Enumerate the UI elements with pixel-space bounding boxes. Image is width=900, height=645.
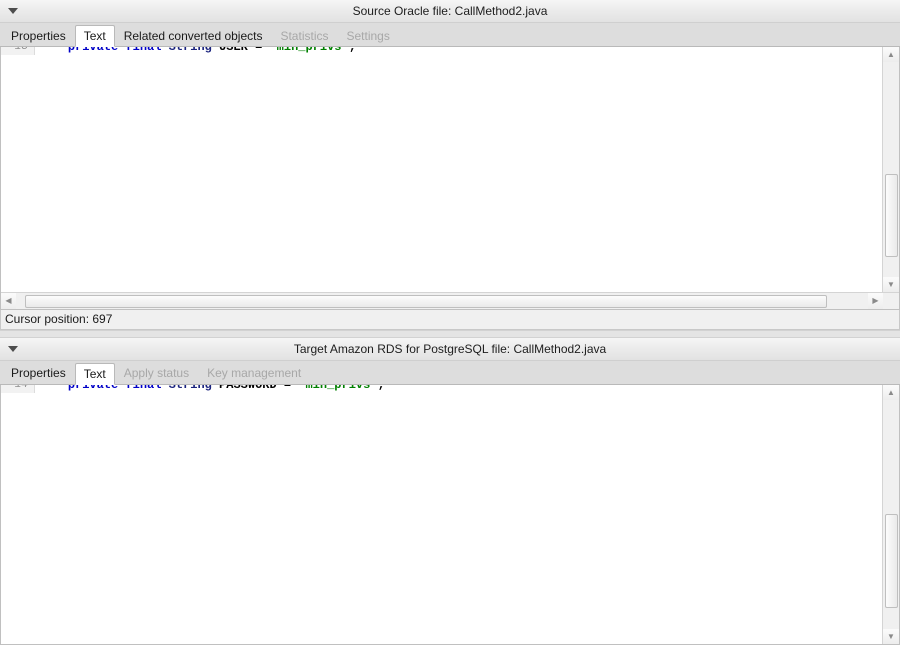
- caret-up-icon[interactable]: ▲: [883, 385, 899, 400]
- source-hscroll-thumb[interactable]: [25, 295, 828, 308]
- line-number: 14: [1, 385, 28, 393]
- tab-label: Apply status: [124, 366, 189, 380]
- tab-label: Text: [84, 29, 106, 43]
- target-editor: 14151617181920212223242526272829 private…: [0, 385, 900, 645]
- source-tab-related-converted-objects[interactable]: Related converted objects: [115, 25, 272, 46]
- source-panel-title: Source Oracle file: CallMethod2.java: [0, 4, 900, 18]
- code-line[interactable]: private final String USER = "min_privs";: [39, 47, 882, 55]
- source-tabstrip: Properties Text Related converted objects S…: [0, 23, 900, 47]
- string-literal: "min_privs": [269, 47, 348, 54]
- code-token: [39, 385, 68, 392]
- tab-label: Properties: [11, 29, 66, 43]
- code-token: PASSWORD =: [212, 385, 298, 392]
- code-token: USER =: [212, 47, 270, 54]
- keyword-token: private final: [68, 385, 162, 392]
- target-tab-properties[interactable]: Properties: [2, 363, 75, 384]
- source-panel-titlebar: Source Oracle file: CallMethod2.java: [0, 0, 900, 23]
- type-token: String: [169, 385, 212, 392]
- code-token: [39, 47, 68, 54]
- source-code-text[interactable]: private final String USER = "min_privs";…: [35, 47, 882, 55]
- source-tab-settings: Settings: [337, 25, 398, 46]
- line-number: 13: [1, 47, 28, 55]
- target-code-area[interactable]: 14151617181920212223242526272829 private…: [1, 385, 882, 393]
- diff-viewer-window: Source Oracle file: CallMethod2.java Pro…: [0, 0, 900, 645]
- target-panel-title: Target Amazon RDS for PostgreSQL file: C…: [0, 342, 900, 356]
- source-hscroll-track[interactable]: [16, 293, 868, 309]
- source-panel: Source Oracle file: CallMethod2.java Pro…: [0, 0, 900, 330]
- source-vscroll-thumb[interactable]: [885, 174, 898, 258]
- target-tabstrip: Properties Text Apply status Key management: [0, 361, 900, 385]
- keyword-token: private final: [68, 47, 162, 54]
- source-vertical-scrollbar[interactable]: ▲ ▼: [882, 47, 899, 292]
- caret-down-icon[interactable]: ▼: [883, 277, 899, 292]
- code-token: [161, 47, 168, 54]
- source-horizontal-scrollbar[interactable]: ◀ ▶: [1, 292, 899, 309]
- code-token: ;: [349, 47, 356, 54]
- target-tab-text[interactable]: Text: [75, 363, 115, 385]
- source-tab-text[interactable]: Text: [75, 25, 115, 47]
- source-tab-properties[interactable]: Properties: [2, 25, 75, 46]
- source-status-bar: Cursor position: 697: [0, 310, 900, 330]
- target-tab-key-management: Key management: [198, 363, 310, 384]
- code-line[interactable]: private final String PASSWORD = "min_pri…: [39, 385, 882, 393]
- string-literal: "min_privs": [298, 385, 377, 392]
- triangle-down-icon[interactable]: [8, 346, 18, 352]
- caret-up-icon[interactable]: ▲: [883, 47, 899, 62]
- tab-label: Statistics: [280, 29, 328, 43]
- target-line-numbers: 14151617181920212223242526272829: [1, 385, 35, 393]
- tab-label: Properties: [11, 366, 66, 380]
- source-line-numbers: 13141516171819202122232425262728: [1, 47, 35, 55]
- target-panel: Target Amazon RDS for PostgreSQL file: C…: [0, 338, 900, 645]
- source-code-area[interactable]: 13141516171819202122232425262728 private…: [1, 47, 882, 55]
- scroll-corner: [883, 293, 899, 309]
- panel-splitter[interactable]: [0, 330, 900, 338]
- target-tab-apply-status: Apply status: [115, 363, 198, 384]
- target-code-text[interactable]: private final String PASSWORD = "min_pri…: [35, 385, 882, 393]
- source-tab-statistics: Statistics: [271, 25, 337, 46]
- triangle-down-icon[interactable]: [8, 8, 18, 14]
- target-vscroll-track[interactable]: [883, 400, 899, 629]
- tab-label: Related converted objects: [124, 29, 263, 43]
- source-vscroll-track[interactable]: [883, 62, 899, 277]
- caret-down-icon[interactable]: ▼: [883, 629, 899, 644]
- target-vertical-scrollbar[interactable]: ▲ ▼: [882, 385, 899, 644]
- source-editor: 13141516171819202122232425262728 private…: [0, 47, 900, 310]
- tab-label: Text: [84, 367, 106, 381]
- tab-label: Settings: [346, 29, 389, 43]
- cursor-position-label: Cursor position: 697: [5, 312, 112, 326]
- code-token: ;: [378, 385, 385, 392]
- type-token: String: [169, 47, 212, 54]
- target-editor-body: 14151617181920212223242526272829 private…: [1, 385, 899, 644]
- caret-right-icon[interactable]: ▶: [868, 293, 883, 309]
- code-token: [161, 385, 168, 392]
- target-panel-titlebar: Target Amazon RDS for PostgreSQL file: C…: [0, 338, 900, 361]
- tab-label: Key management: [207, 366, 301, 380]
- source-editor-body: 13141516171819202122232425262728 private…: [1, 47, 899, 292]
- target-vscroll-thumb[interactable]: [885, 514, 898, 608]
- caret-left-icon[interactable]: ◀: [1, 293, 16, 309]
